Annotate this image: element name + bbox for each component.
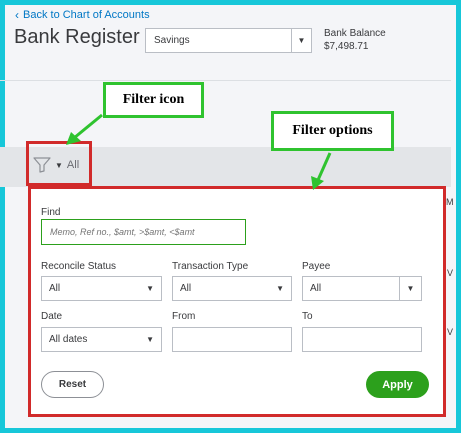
filter-icon-callout: Filter icon <box>103 82 204 118</box>
filter-options-highlight <box>28 186 446 417</box>
bank-balance: Bank Balance $7,498.71 <box>324 27 386 53</box>
arrow-icon <box>311 152 332 190</box>
back-link-label: Back to Chart of Accounts <box>23 9 150 21</box>
bank-balance-label: Bank Balance <box>324 28 386 39</box>
filter-options-callout: Filter options <box>271 111 394 151</box>
arrow-icon <box>66 113 103 145</box>
caret-down-icon: ▼ <box>291 29 311 52</box>
bank-balance-value: $7,498.71 <box>324 41 369 52</box>
filter-icon-callout-text: Filter icon <box>122 92 185 107</box>
header-divider <box>0 80 451 81</box>
page-title: Bank Register <box>14 26 140 48</box>
row-fragment: V <box>447 327 454 337</box>
column-header-fragment: M <box>446 197 454 207</box>
account-select-value: Savings <box>154 35 190 46</box>
row-fragment: V <box>447 268 454 278</box>
back-to-chart-of-accounts-link[interactable]: ‹ Back to Chart of Accounts <box>15 9 150 21</box>
account-select[interactable]: Savings ▼ <box>145 28 312 53</box>
filter-options-callout-text: Filter options <box>292 123 373 138</box>
chevron-left-icon: ‹ <box>15 8 19 22</box>
